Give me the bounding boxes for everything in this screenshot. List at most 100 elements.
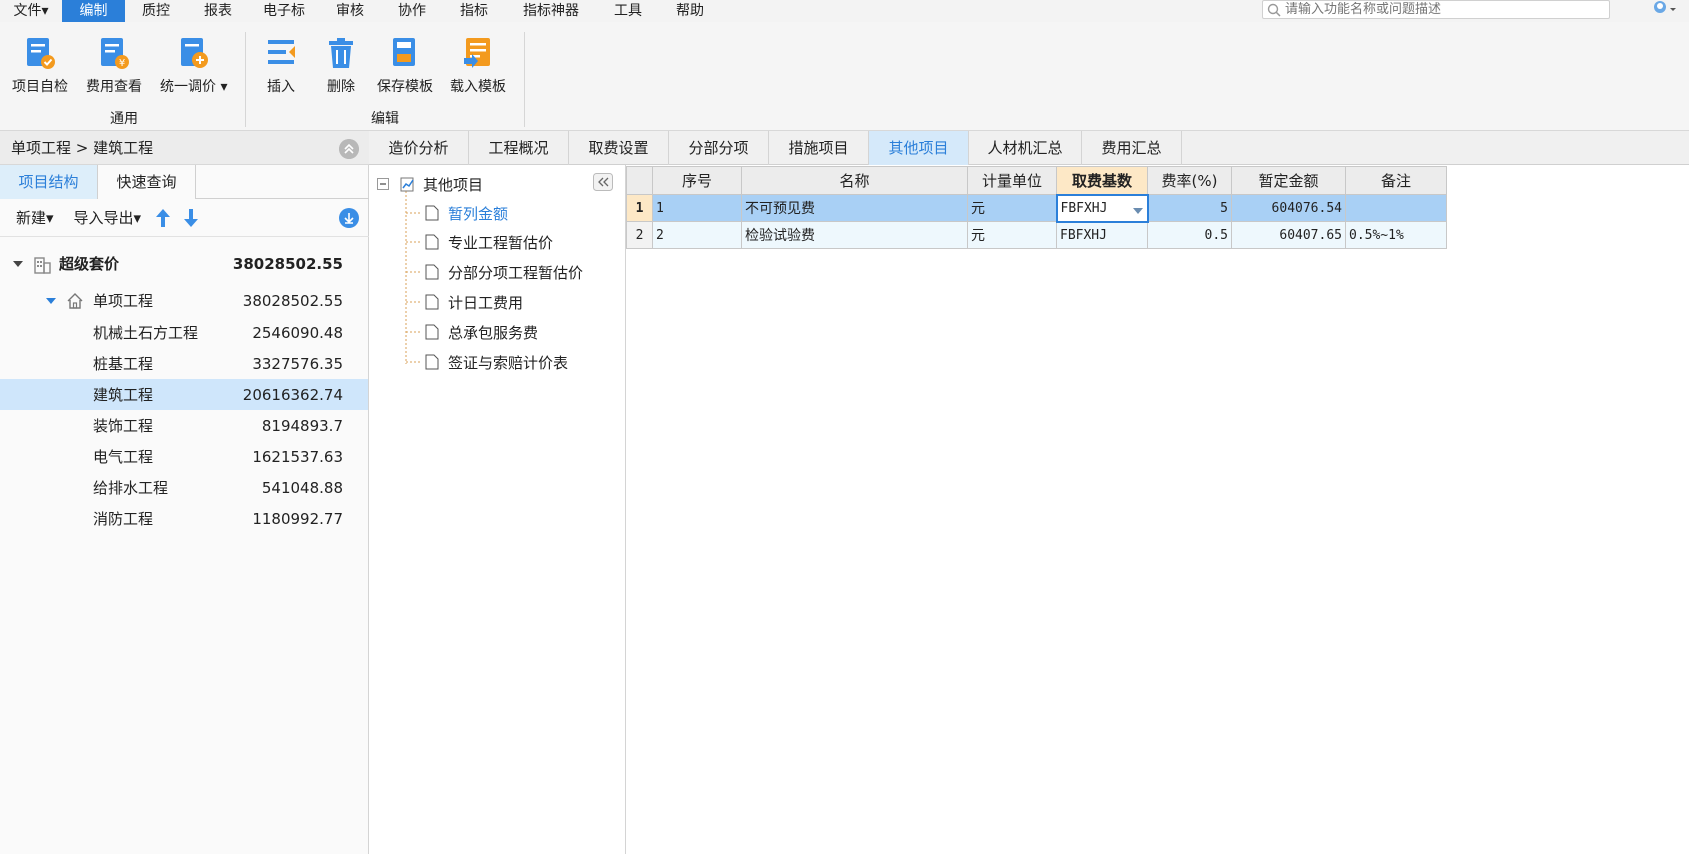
- fee-base-dropdown[interactable]: FBFXHJ: [1055, 193, 1149, 223]
- tab-project-structure[interactable]: 项目结构: [0, 165, 98, 199]
- col-header-seq[interactable]: 序号: [652, 166, 742, 195]
- tree-item-single[interactable]: 单项工程 38028502.55: [0, 285, 368, 316]
- search-input[interactable]: [1285, 2, 1605, 17]
- menu-edit[interactable]: 编制: [62, 0, 125, 22]
- tree-item-name: 桩基工程: [93, 355, 154, 373]
- cell-name[interactable]: 检验试验费: [741, 221, 968, 249]
- collapse-left-icon[interactable]: [593, 173, 613, 191]
- menu-collab[interactable]: 协作: [381, 0, 443, 22]
- table-row-selected[interactable]: 1 1 不可预见费 元 FBFXHJ 5 604076.54: [626, 193, 1447, 223]
- home-icon: [67, 292, 83, 309]
- row-number[interactable]: 2: [626, 221, 653, 249]
- tab-measures[interactable]: 措施项目: [769, 131, 869, 165]
- folder-chart-icon: [400, 177, 414, 192]
- cell-rate[interactable]: 0.5: [1147, 221, 1232, 249]
- col-header-rate[interactable]: 费率(%): [1147, 166, 1232, 195]
- mid-tree-item[interactable]: 总承包服务费: [425, 318, 538, 346]
- fee-view-button[interactable]: ¥ 费用查看: [86, 36, 142, 106]
- tab-other-items[interactable]: 其他项目: [869, 131, 969, 165]
- col-header-note[interactable]: 备注: [1345, 166, 1447, 195]
- menu-index-tool[interactable]: 指标神器: [505, 0, 597, 22]
- table-row[interactable]: 2 2 检验试验费 元 FBFXHJ 0.5 60407.65 0.5%~1%: [626, 221, 1447, 249]
- tab-fee-summary[interactable]: 费用汇总: [1082, 131, 1182, 165]
- cell-unit[interactable]: 元: [967, 221, 1057, 249]
- menu-audit[interactable]: 审核: [319, 0, 381, 22]
- collapse-minus-icon[interactable]: [377, 178, 389, 190]
- tree-item-selected[interactable]: 建筑工程 20616362.74: [0, 379, 368, 410]
- menu-tools[interactable]: 工具: [597, 0, 659, 22]
- tab-labor-material-summary[interactable]: 人材机汇总: [969, 131, 1082, 165]
- document-icon: [425, 354, 439, 370]
- expand-arrow-icon[interactable]: [45, 296, 57, 306]
- delete-button[interactable]: 删除: [325, 36, 357, 106]
- mid-tree-item-label: 总承包服务费: [448, 323, 539, 342]
- menu-quality[interactable]: 质控: [125, 0, 187, 22]
- expand-arrow-icon[interactable]: [12, 259, 24, 269]
- tab-project-overview[interactable]: 工程概况: [469, 131, 569, 165]
- save-template-button[interactable]: 保存模板: [377, 36, 433, 106]
- tab-sub-items[interactable]: 分部分项: [669, 131, 769, 165]
- arrow-up-icon[interactable]: [155, 208, 171, 228]
- cell-note[interactable]: [1345, 194, 1447, 222]
- menu-etender[interactable]: 电子标: [249, 0, 319, 22]
- col-header-name[interactable]: 名称: [741, 166, 968, 195]
- tree-item[interactable]: 机械土石方工程 2546090.48: [0, 317, 368, 348]
- col-header-amount[interactable]: 暂定金额: [1231, 166, 1346, 195]
- menu-report[interactable]: 报表: [187, 0, 249, 22]
- cell-seq[interactable]: 1: [652, 194, 742, 222]
- tree-item-value: 2546090.48: [252, 323, 343, 342]
- new-button[interactable]: 新建▾: [16, 207, 54, 228]
- cell-seq[interactable]: 2: [652, 221, 742, 249]
- tree-item[interactable]: 给排水工程 541048.88: [0, 472, 368, 503]
- cell-amount[interactable]: 60407.65: [1231, 221, 1346, 249]
- load-template-button[interactable]: 载入模板: [450, 36, 506, 106]
- menu-help[interactable]: 帮助: [659, 0, 721, 22]
- insert-button[interactable]: 插入: [265, 36, 297, 106]
- mid-tree-item[interactable]: 计日工费用: [425, 288, 523, 316]
- dropdown-arrow-icon[interactable]: [1132, 207, 1144, 215]
- mid-tree-item-label: 计日工费用: [448, 293, 524, 312]
- cell-note[interactable]: 0.5%~1%: [1345, 221, 1447, 249]
- tree-item[interactable]: 消防工程 1180992.77: [0, 503, 368, 534]
- tree-item[interactable]: 装饰工程 8194893.7: [0, 410, 368, 441]
- cell-unit[interactable]: 元: [967, 194, 1057, 222]
- tree-item[interactable]: 电气工程 1621537.63: [0, 441, 368, 472]
- mid-tree-item[interactable]: 分部分项工程暂估价: [425, 258, 583, 286]
- self-check-button[interactable]: 项目自检: [12, 36, 68, 106]
- mid-tree-root-label: 其他项目: [423, 175, 484, 194]
- cell-rate[interactable]: 5: [1147, 194, 1232, 222]
- tree-item[interactable]: 桩基工程 3327576.35: [0, 348, 368, 379]
- cell-name[interactable]: 不可预见费: [741, 194, 968, 222]
- mid-tree-root[interactable]: 其他项目: [377, 170, 483, 198]
- cell-amount[interactable]: 604076.54: [1231, 194, 1346, 222]
- menu-file[interactable]: 文件▾: [0, 0, 62, 22]
- tab-quick-query[interactable]: 快速查询: [98, 165, 196, 199]
- expand-down-icon[interactable]: [339, 208, 359, 228]
- group-general-label: 通用: [110, 111, 138, 127]
- self-check-icon: [27, 38, 55, 69]
- tree-item-value: 38028502.55: [232, 254, 343, 273]
- col-header-fee-base[interactable]: 取费基数: [1056, 166, 1148, 195]
- unify-price-button[interactable]: 统一调价 ▾: [160, 36, 227, 106]
- tab-cost-analysis[interactable]: 造价分析: [369, 131, 469, 165]
- user-icon[interactable]: [1650, 0, 1680, 20]
- mid-tree-item[interactable]: 专业工程暂估价: [425, 228, 553, 256]
- unify-price-icon: [180, 38, 208, 68]
- grid-header-row: 序号 名称 计量单位 取费基数 费率(%) 暂定金额 备注: [626, 166, 1447, 195]
- col-header-unit[interactable]: 计量单位: [967, 166, 1057, 195]
- cell-fee-base[interactable]: FBFXHJ: [1056, 221, 1148, 249]
- document-icon: [425, 294, 439, 310]
- load-template-label: 载入模板: [450, 79, 506, 95]
- row-number[interactable]: 1: [626, 194, 653, 222]
- mid-tree-item[interactable]: 签证与索赔计价表: [425, 348, 568, 376]
- tree-item-value: 20616362.74: [242, 385, 343, 404]
- menu-index[interactable]: 指标: [443, 0, 505, 22]
- tree-item-value: 8194893.7: [261, 416, 343, 435]
- collapse-up-icon[interactable]: [339, 139, 359, 159]
- tree-item-root[interactable]: 超级套价 38028502.55: [0, 248, 368, 279]
- search-box[interactable]: [1262, 0, 1610, 19]
- mid-tree-item-selected[interactable]: 暂列金额: [425, 199, 508, 227]
- arrow-down-icon[interactable]: [183, 208, 199, 228]
- import-export-button[interactable]: 导入导出▾: [74, 207, 142, 228]
- tab-fee-settings[interactable]: 取费设置: [569, 131, 669, 165]
